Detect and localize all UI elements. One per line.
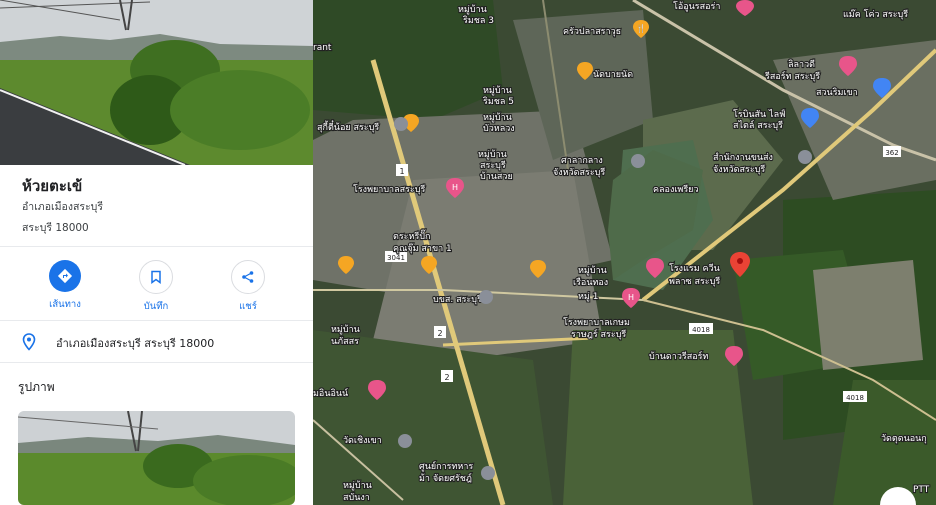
svg-text:🍴: 🍴: [636, 23, 646, 33]
map-label: ริมชล 3: [463, 15, 494, 26]
route-shield: 4018: [689, 323, 713, 334]
map-label: ศาลากลาง: [561, 156, 603, 166]
svg-text:4018: 4018: [692, 326, 710, 334]
place-title: ห้วยตะเข้: [22, 177, 83, 195]
map-label: ริมชล 5: [483, 96, 514, 107]
landmark-marker-icon: [394, 117, 408, 131]
map-label: คุณจุ๊ม สาขา 1: [393, 243, 452, 254]
map-label: หมู่บ้าน: [331, 324, 360, 335]
map-label: นภัสสร: [331, 337, 359, 347]
svg-text:2: 2: [444, 373, 449, 382]
map-label: นัดบายนัด: [593, 70, 633, 80]
address-text: อำเภอเมืองสระบุรี สระบุรี 18000: [56, 337, 215, 350]
route-shield: 2: [441, 370, 453, 382]
map-label: เรือนทอง: [573, 277, 608, 288]
share-icon: [231, 260, 265, 294]
map-label: หมู่บ้าน: [343, 480, 372, 491]
map-label: มอินอินน์: [313, 387, 348, 399]
map-label: หมู่บ้าน: [458, 4, 487, 15]
divider: [0, 246, 313, 247]
divider: [0, 320, 313, 321]
map-label: คลองเพรียว: [653, 184, 699, 195]
map-label: สวนริมเขา: [816, 87, 858, 98]
route-shield: 4018: [843, 391, 867, 402]
map-label: โรงแรม ควีน: [669, 263, 720, 274]
map-label: หมู่บ้าน: [483, 112, 512, 123]
map-label: จังหวัดสระบุรี: [713, 164, 765, 175]
svg-text:H: H: [628, 293, 634, 302]
map-label: บัวหลวง: [483, 124, 515, 134]
location-pin-icon: [22, 333, 36, 351]
map-label: พลาซ สระบุรี: [669, 276, 720, 287]
share-label: แชร์: [239, 301, 257, 312]
map-label: หมู่บ้าน: [483, 85, 512, 96]
landmark-marker-icon: [481, 466, 495, 480]
map-label: หมู่บ้าน: [478, 149, 507, 160]
map-label: วัดเชิงเขา: [343, 435, 382, 446]
map-label: หมู่ 1: [578, 292, 598, 302]
map-label: ม้า จัดยศรัชฎ์: [419, 472, 472, 484]
map-label: บ้านสวย: [480, 171, 513, 182]
route-shield: 362: [883, 146, 901, 157]
map-label: รีสอร์ท สระบุรี: [765, 70, 820, 82]
map-label: หมู่บ้าน: [578, 265, 607, 276]
map-label: จังหวัดสระบุรี: [553, 167, 605, 178]
svg-text:2: 2: [437, 329, 442, 338]
svg-text:362: 362: [885, 149, 898, 157]
save-button[interactable]: บันทึก: [123, 260, 189, 314]
address-row[interactable]: อำเภอเมืองสระบุรี สระบุรี 18000: [0, 323, 313, 359]
map-label: PTT: [913, 485, 930, 495]
svg-text:1: 1: [399, 167, 404, 176]
svg-text:H: H: [452, 183, 458, 192]
map-label: สไตล์ สระบุรี: [733, 119, 783, 131]
map-label: สบันงา: [343, 493, 370, 503]
photos-heading: รูปภาพ: [18, 380, 55, 394]
landmark-marker-icon: [398, 434, 412, 448]
place-district: อำเภอเมืองสระบุรี: [22, 201, 103, 213]
place-province-zip: สระบุรี 18000: [22, 222, 89, 234]
landmark-marker-icon: [631, 154, 645, 168]
bookmark-icon: [139, 260, 173, 294]
map-label: ครัวปลาสราวุธ: [563, 27, 621, 37]
save-label: บันทึก: [143, 301, 169, 312]
svg-text:4018: 4018: [846, 394, 864, 402]
map-label: สำนักงานขนส่ง: [713, 152, 773, 163]
route-shield: 1: [396, 164, 408, 176]
place-hero-photo[interactable]: [0, 0, 313, 165]
divider: [0, 362, 313, 363]
map-label: ราษฎร์ สระบุรี: [571, 328, 626, 340]
landmark-marker-icon: [479, 290, 493, 304]
directions-icon: [49, 260, 81, 292]
map-label: rant: [313, 43, 332, 53]
directions-button[interactable]: เส้นทาง: [32, 260, 98, 312]
map-label: โรงพยาบาลสระบุรี: [353, 184, 425, 195]
map-label: ลิลาวดี: [788, 59, 815, 70]
map-label: โอ้อูนรสอร่า: [673, 1, 720, 12]
map-label: แม๊ค โค่ว สระบุรี: [843, 9, 908, 20]
map-label: โรบินสัน ไลฟ์: [733, 108, 785, 120]
map-label: วัดตุดนอนกุ: [881, 434, 927, 444]
satellite-map[interactable]: 1 2 2 3041 4018 4018 362 หมู่บ้าน ริมชล …: [313, 0, 936, 505]
map-label: บ้านดาวรีสอร์ท: [649, 350, 708, 362]
map-label: โรงพยาบาลเกษม: [563, 317, 630, 328]
landmark-marker-icon: [798, 150, 812, 164]
map-label: ศูนย์การทหาร: [419, 460, 473, 472]
svg-text:3041: 3041: [387, 254, 405, 262]
route-shield: 2: [434, 326, 446, 338]
photo-thumbnail[interactable]: [18, 411, 295, 505]
map-label: บขส. สระบุรี: [433, 294, 482, 305]
map-label: สระบุรี: [480, 160, 506, 171]
share-button[interactable]: แชร์: [215, 260, 281, 314]
place-info-panel: ห้วยตะเข้ อำเภอเมืองสระบุรี สระบุรี 1800…: [0, 0, 313, 505]
directions-label: เส้นทาง: [49, 299, 81, 310]
